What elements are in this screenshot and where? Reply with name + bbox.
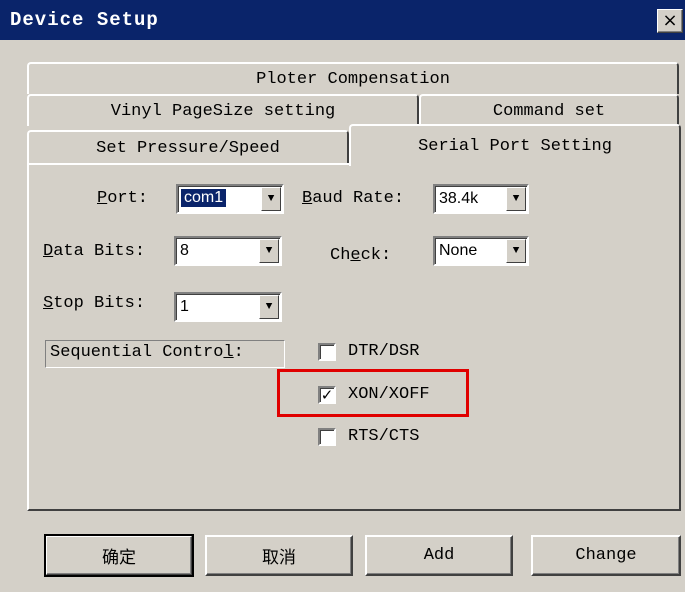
check-value: None: [439, 242, 478, 259]
cancel-button[interactable]: 取消: [205, 535, 353, 576]
tab-label: Vinyl PageSize setting: [110, 101, 336, 121]
port-select[interactable]: com1 ▼: [176, 184, 284, 214]
ok-button[interactable]: 确定: [44, 534, 194, 577]
close-button[interactable]: ×: [657, 9, 683, 33]
add-label: Add: [423, 546, 455, 565]
tab-label: Command set: [492, 101, 606, 121]
chevron-down-icon[interactable]: ▼: [506, 187, 526, 211]
stop-bits-value: 1: [180, 298, 189, 315]
tab-ploter-compensation[interactable]: Ploter Compensation: [27, 62, 679, 94]
data-bits-value: 8: [180, 242, 189, 259]
baud-rate-value: 38.4k: [439, 190, 479, 207]
tab-label: Ploter Compensation: [256, 69, 450, 89]
window-title: Device Setup: [10, 9, 159, 31]
cancel-label: 取消: [262, 548, 296, 568]
chevron-down-icon[interactable]: ▼: [259, 295, 279, 319]
check-label: Check:: [330, 246, 392, 265]
tab-label: Serial Port Setting: [418, 136, 612, 156]
sequential-control-label: Sequential Control:: [50, 343, 244, 362]
tab-serial-port-setting[interactable]: Serial Port Setting: [349, 124, 681, 166]
add-button[interactable]: Add: [365, 535, 513, 576]
data-bits-label: Data Bits:: [43, 242, 146, 261]
data-bits-select[interactable]: 8 ▼: [174, 236, 282, 266]
close-icon: ×: [662, 10, 678, 31]
chevron-down-icon[interactable]: ▼: [506, 239, 526, 263]
port-value: com1: [181, 189, 227, 207]
stop-bits-select[interactable]: 1 ▼: [174, 292, 282, 322]
highlight-box: [277, 369, 469, 417]
tab-set-pressure-speed[interactable]: Set Pressure/Speed: [27, 130, 349, 164]
chevron-down-icon[interactable]: ▼: [259, 239, 279, 263]
dtr-dsr-label: DTR/DSR: [348, 342, 420, 361]
tab-label: Set Pressure/Speed: [96, 138, 280, 158]
rts-cts-label: RTS/CTS: [348, 427, 420, 446]
tab-panel: [27, 163, 681, 511]
change-button[interactable]: Change: [531, 535, 681, 576]
tab-command-set[interactable]: Command set: [419, 94, 679, 126]
baud-rate-select[interactable]: 38.4k ▼: [433, 184, 529, 214]
change-label: Change: [575, 546, 637, 565]
port-label: Port:: [97, 189, 149, 208]
check-select[interactable]: None ▼: [433, 236, 529, 266]
rts-cts-checkbox[interactable]: [318, 428, 336, 446]
baud-rate-label: Baud Rate:: [302, 189, 405, 208]
dtr-dsr-checkbox[interactable]: [318, 343, 336, 361]
stop-bits-label: Stop Bits:: [43, 294, 146, 313]
title-bar: Device Setup ×: [0, 0, 685, 40]
tab-vinyl-pagesize[interactable]: Vinyl PageSize setting: [27, 94, 419, 126]
ok-label: 确定: [102, 548, 136, 568]
chevron-down-icon[interactable]: ▼: [261, 187, 281, 211]
